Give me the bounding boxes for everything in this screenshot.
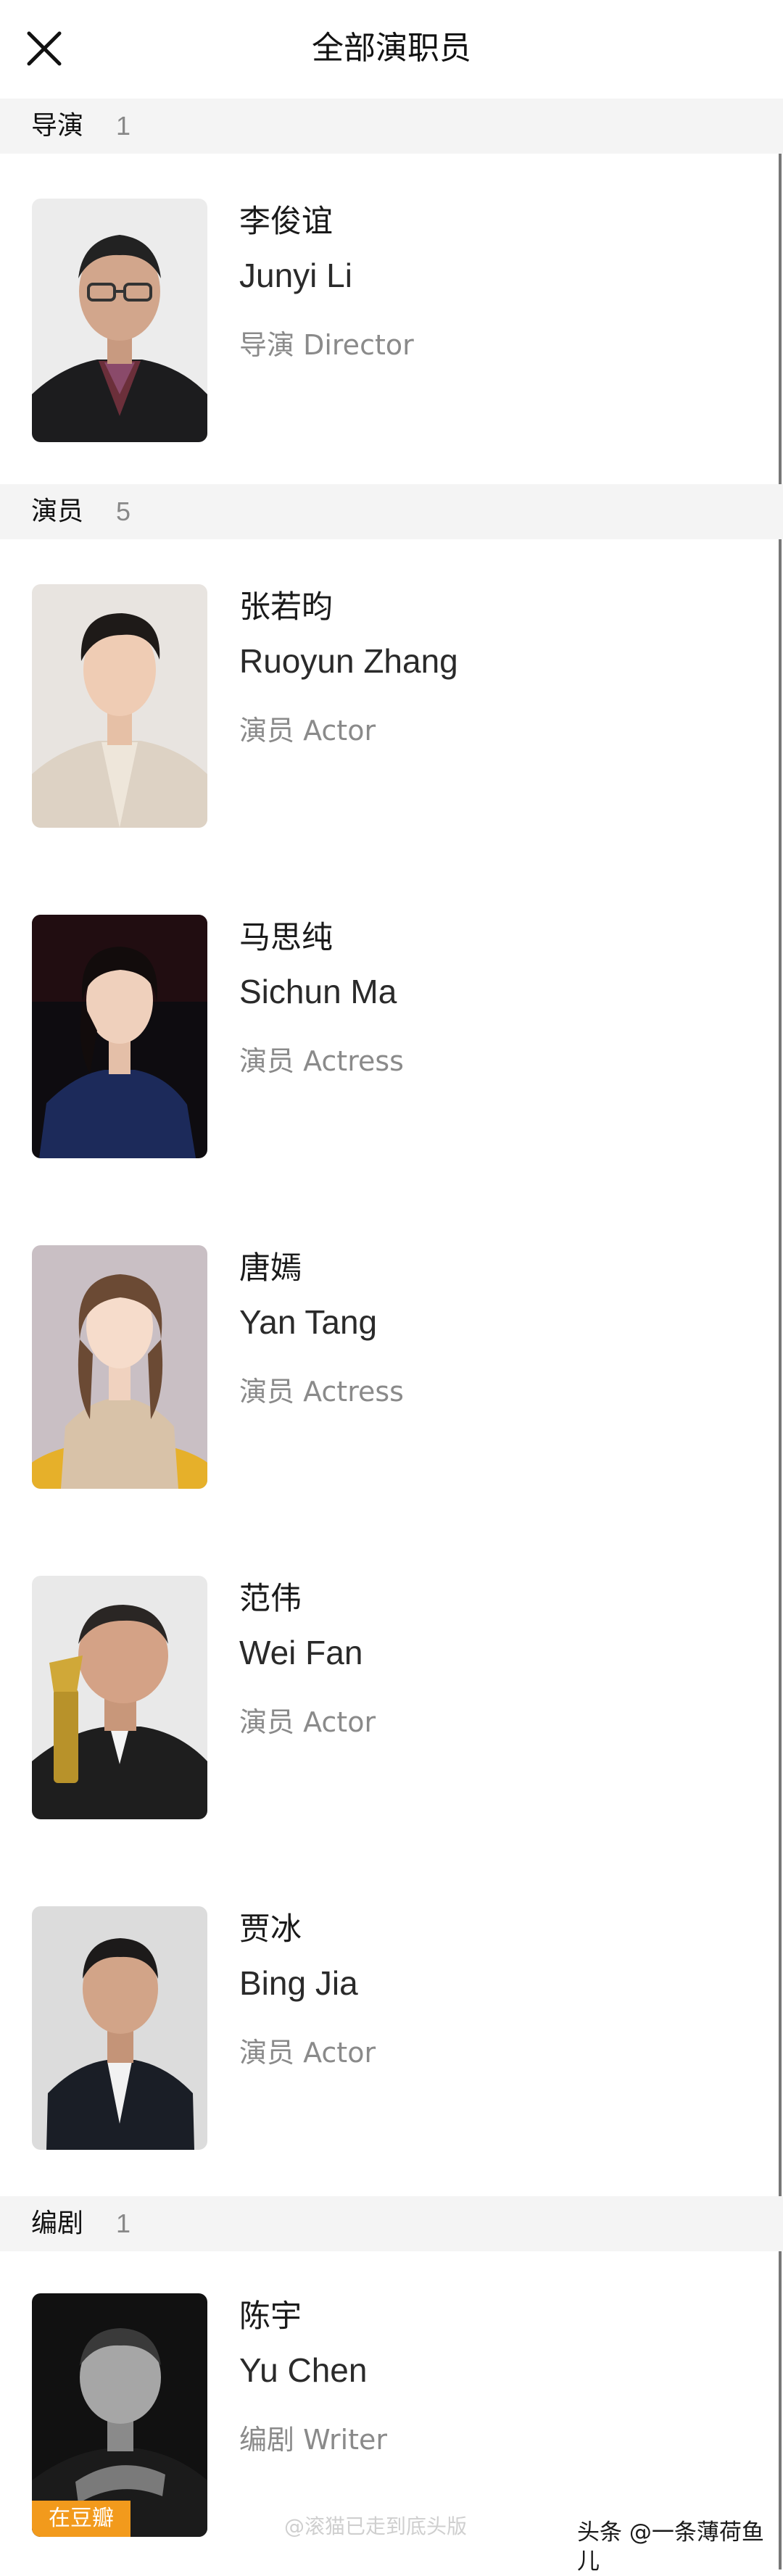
person-name-cn: 马思纯: [239, 920, 333, 956]
page-title: 全部演职员: [312, 30, 471, 67]
avatar: [32, 1576, 207, 1819]
person-bing-jia[interactable]: 贾冰 Bing Jia 演员 Actor: [0, 1906, 783, 2150]
person-role: 演员 Actor: [239, 2037, 376, 2069]
avatar: [32, 584, 207, 828]
person-role: 导演 Director: [239, 329, 414, 361]
person-yan-tang[interactable]: 唐嫣 Yan Tang 演员 Actress: [0, 1245, 783, 1489]
person-name-en: Wei Fan: [239, 1634, 363, 1671]
person-name-en: Bing Jia: [239, 1964, 358, 2002]
top-bar: 全部演职员: [0, 0, 783, 99]
person-name-en: Yan Tang: [239, 1303, 378, 1341]
person-name-en: Sichun Ma: [239, 973, 397, 1010]
person-name-en: Junyi Li: [239, 257, 352, 294]
person-role: 编剧 Writer: [239, 2424, 388, 2456]
douban-badge: 在豆瓣: [32, 2501, 130, 2537]
section-header-cast: 演员 5: [0, 484, 783, 539]
person-sichun-ma[interactable]: 马思纯 Sichun Ma 演员 Actress: [0, 915, 783, 1158]
person-name-cn: 李俊谊: [239, 204, 333, 240]
person-yu-chen[interactable]: 在豆瓣 陈宇 Yu Chen 编剧 Writer: [0, 2293, 783, 2537]
person-role: 演员 Actor: [239, 715, 376, 747]
person-role: 演员 Actor: [239, 1706, 376, 1738]
person-name-cn: 陈宇: [239, 2298, 302, 2335]
watermark-text: @滚猫已走到底头版: [284, 2514, 468, 2538]
section-title: 导演: [31, 111, 84, 141]
person-name-cn: 贾冰: [239, 1911, 302, 1948]
person-name-en: Ruoyun Zhang: [239, 642, 458, 680]
person-name-cn: 范伟: [239, 1581, 302, 1617]
person-role: 演员 Actress: [239, 1376, 404, 1408]
person-name-cn: 张若昀: [239, 589, 333, 626]
section-count: 1: [116, 2209, 131, 2238]
section-header-writer: 编剧 1: [0, 2196, 783, 2251]
avatar: [32, 1245, 207, 1489]
section-title: 演员: [31, 496, 84, 526]
person-ruoyun-zhang[interactable]: 张若昀 Ruoyun Zhang 演员 Actor: [0, 584, 783, 828]
source-attribution: 头条 @一条薄荷鱼儿: [577, 2519, 764, 2575]
person-wei-fan[interactable]: 范伟 Wei Fan 演员 Actor: [0, 1576, 783, 1819]
avatar: [32, 1906, 207, 2150]
section-count: 5: [116, 496, 131, 526]
section-count: 1: [116, 111, 131, 141]
person-junyi-li[interactable]: 李俊谊 Junyi Li 导演 Director: [0, 199, 783, 442]
avatar: 在豆瓣: [32, 2293, 207, 2537]
person-name-cn: 唐嫣: [239, 1250, 302, 1287]
section-header-director: 导演 1: [0, 99, 783, 154]
avatar: [32, 199, 207, 442]
avatar: [32, 915, 207, 1158]
section-title: 编剧: [31, 2209, 84, 2238]
person-name-en: Yu Chen: [239, 2351, 368, 2389]
person-role: 演员 Actress: [239, 1045, 404, 1077]
